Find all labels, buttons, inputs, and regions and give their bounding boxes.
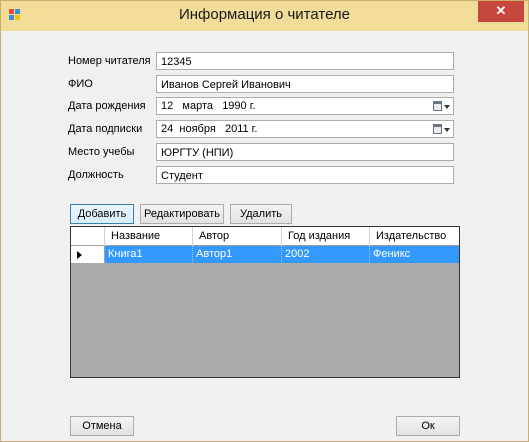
full-name-label: ФИО [68, 78, 93, 90]
title-bar[interactable]: Информация о читателе ✕ [1, 1, 528, 31]
position-field[interactable] [156, 166, 454, 184]
subscription-date-day: 24 [161, 123, 174, 135]
birth-date-month: марта [182, 100, 214, 112]
table-row[interactable]: Книга1 Автор1 2002 Феникс [71, 246, 459, 263]
table-cell[interactable]: Книга1 [105, 246, 193, 263]
window-title: Информация о читателе [178, 6, 351, 23]
chevron-down-icon [444, 105, 450, 109]
close-button[interactable]: ✕ [478, 1, 524, 22]
cancel-button[interactable]: Отмена [70, 416, 134, 436]
subscription-date-value: 24 ноября 2011 г. [161, 123, 257, 136]
reader-number-field[interactable] [156, 52, 454, 70]
calendar-icon [433, 124, 442, 134]
birth-date-day: 12 [161, 100, 174, 112]
current-row-arrow-icon [77, 251, 82, 259]
column-header-title[interactable]: Название [105, 227, 193, 246]
calendar-icon [433, 101, 442, 111]
subscription-date-year: 2011 г. [224, 123, 258, 135]
subscription-date-picker[interactable]: 24 ноября 2011 г. [156, 120, 454, 138]
position-label: Должность [68, 169, 124, 181]
row-header[interactable] [71, 246, 105, 263]
column-header-year[interactable]: Год издания [282, 227, 370, 246]
table-cell[interactable]: 2002 [282, 246, 370, 263]
column-header-author[interactable]: Автор [193, 227, 282, 246]
edit-button[interactable]: Редактировать [140, 204, 224, 224]
chevron-down-icon [444, 128, 450, 132]
row-header-corner [71, 227, 105, 246]
place-of-study-field[interactable] [156, 143, 454, 161]
birth-date-year: 1990 г. [222, 100, 256, 112]
full-name-field[interactable] [156, 75, 454, 93]
reader-number-label: Номер читателя [68, 55, 151, 67]
books-table[interactable]: Название Автор Год издания Издательство … [70, 226, 460, 378]
birth-date-picker[interactable]: 12 марта 1990 г. [156, 97, 454, 115]
birth-date-label: Дата рождения [68, 100, 146, 112]
table-cell[interactable]: Феникс [370, 246, 459, 263]
reader-info-window: Информация о читателе ✕ Номер читателя Ф… [0, 0, 529, 442]
calendar-dropdown-button[interactable] [433, 123, 451, 136]
subscription-date-month: ноября [179, 123, 216, 135]
calendar-dropdown-button[interactable] [433, 100, 451, 113]
place-of-study-label: Место учебы [68, 146, 135, 158]
close-icon: ✕ [495, 3, 507, 18]
add-button[interactable]: Добавить [70, 204, 134, 224]
delete-button[interactable]: Удалить [230, 204, 292, 224]
subscription-date-label: Дата подписки [68, 123, 143, 135]
ok-button[interactable]: Ок [396, 416, 460, 436]
birth-date-value: 12 марта 1990 г. [161, 100, 255, 113]
column-header-publisher[interactable]: Издательство [370, 227, 459, 246]
client-area: Номер читателя ФИО Дата рождения 12 март… [9, 31, 520, 436]
table-header: Название Автор Год издания Издательство [71, 227, 459, 246]
table-cell[interactable]: Автор1 [193, 246, 282, 263]
